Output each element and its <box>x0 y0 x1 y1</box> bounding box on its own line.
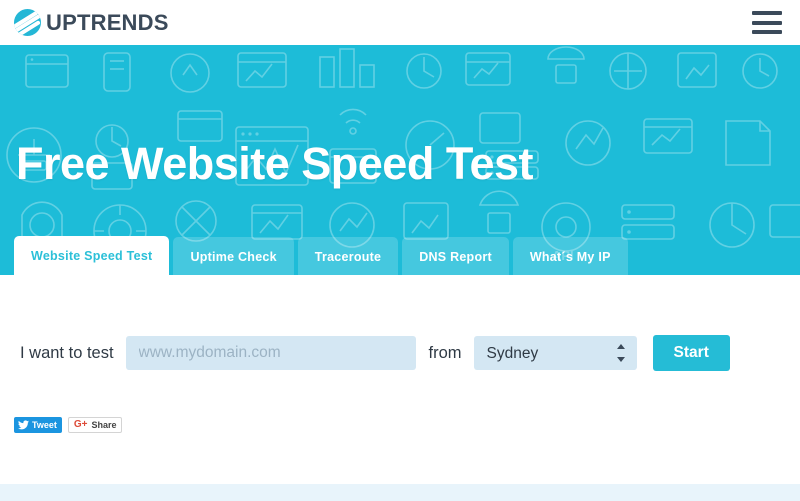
tab-bar: Website Speed Test Uptime Check Tracerou… <box>14 236 628 276</box>
domain-input[interactable] <box>125 336 416 370</box>
logo-text: UPTRENDS <box>46 9 169 35</box>
google-plus-icon: G+ <box>73 419 88 430</box>
location-select[interactable]: Sydney <box>473 336 637 370</box>
bottom-section-band <box>0 484 800 501</box>
logo[interactable]: UPTRENDS <box>14 9 169 36</box>
speed-test-form-area: I want to test from Sydney Start Tweet G… <box>0 275 800 484</box>
location-select-wrapper: Sydney <box>473 336 637 370</box>
page-title: Free Website Speed Test <box>16 138 534 189</box>
tweet-label: Tweet <box>32 419 57 430</box>
tab-dns-report[interactable]: DNS Report <box>402 237 509 276</box>
social-share-bar: Tweet G+ Share <box>14 417 123 433</box>
uptrends-circle-logo-icon <box>14 9 41 36</box>
gplus-share-label: Share <box>91 419 117 430</box>
hamburger-menu-icon[interactable] <box>752 11 782 34</box>
tab-traceroute[interactable]: Traceroute <box>297 237 399 276</box>
tab-website-speed-test[interactable]: Website Speed Test <box>14 236 170 276</box>
from-label: from <box>428 343 462 362</box>
tab-uptime-check[interactable]: Uptime Check <box>173 237 294 276</box>
test-label: I want to test <box>20 343 114 362</box>
google-plus-share-button[interactable]: G+ Share <box>67 417 123 433</box>
speed-test-form: I want to test from Sydney Start <box>20 335 730 371</box>
twitter-bird-icon <box>18 420 29 430</box>
site-header: UPTRENDS <box>0 0 800 45</box>
tweet-button[interactable]: Tweet <box>14 417 62 433</box>
start-button[interactable]: Start <box>652 335 730 371</box>
tab-whats-my-ip[interactable]: What´s My IP <box>512 237 628 276</box>
